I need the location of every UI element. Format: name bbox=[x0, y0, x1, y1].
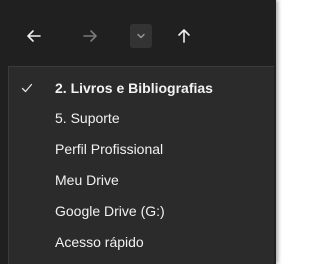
menu-item-label: Meu Drive bbox=[55, 172, 119, 188]
menu-item-acesso-rapido[interactable]: Acesso rápido bbox=[9, 227, 275, 257]
menu-item-label: Perfil Profissional bbox=[55, 141, 164, 157]
back-button[interactable] bbox=[22, 24, 46, 48]
checkmark-icon bbox=[21, 73, 33, 103]
menu-item-meu-drive[interactable]: Meu Drive bbox=[9, 165, 275, 195]
menu-item-label: Google Drive (G:) bbox=[55, 203, 165, 219]
chevron-down-icon bbox=[137, 33, 145, 39]
up-button[interactable] bbox=[172, 24, 196, 48]
menu-item-perfil-profissional[interactable]: Perfil Profissional bbox=[9, 134, 275, 164]
menu-item-google-drive[interactable]: Google Drive (G:) bbox=[9, 196, 275, 226]
forward-button[interactable] bbox=[78, 24, 102, 48]
recent-locations-button[interactable] bbox=[130, 24, 152, 48]
file-explorer-window: 2. Livros e Bibliografias 5. Suporte Per… bbox=[0, 0, 276, 264]
menu-item-label: Acesso rápido bbox=[55, 234, 144, 250]
menu-item-suporte[interactable]: 5. Suporte bbox=[9, 103, 275, 133]
arrow-up-icon bbox=[178, 29, 190, 43]
arrow-right-icon bbox=[83, 30, 97, 42]
menu-item-livros-e-bibliografias[interactable]: 2. Livros e Bibliografias bbox=[9, 73, 275, 103]
navigation-bar bbox=[0, 0, 276, 64]
menu-item-label: 2. Livros e Bibliografias bbox=[55, 80, 213, 96]
recent-locations-menu: 2. Livros e Bibliografias 5. Suporte Per… bbox=[8, 66, 274, 264]
menu-item-label: 5. Suporte bbox=[55, 110, 120, 126]
arrow-left-icon bbox=[27, 30, 41, 42]
